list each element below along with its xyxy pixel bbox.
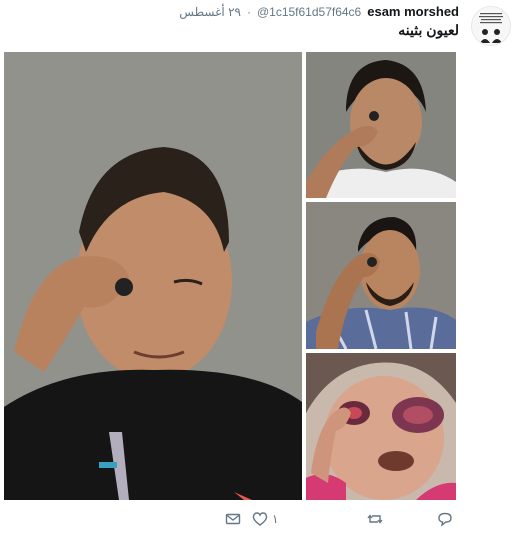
author-name[interactable]: esam morshed: [367, 4, 459, 19]
tweet-actions: ١: [0, 511, 517, 533]
avatar[interactable]: [471, 6, 511, 46]
separator-dot: ·: [246, 5, 251, 19]
photo-young-man-covering-eye[interactable]: [306, 202, 456, 349]
like-count: ١: [272, 512, 279, 526]
photo-man-covering-eye-main[interactable]: [4, 52, 302, 500]
retweet-icon: [367, 514, 383, 524]
media-grid[interactable]: [4, 52, 456, 500]
direct-message-icon: [225, 513, 241, 525]
tweet-date[interactable]: ٢٩ أغسطس: [179, 5, 241, 19]
reply-button[interactable]: [437, 511, 453, 527]
retweet-button[interactable]: [367, 511, 383, 527]
reply-icon: [438, 512, 452, 527]
like-icon: [252, 512, 268, 526]
like-button[interactable]: ١: [252, 511, 278, 527]
photo-injured-child-swollen-eye[interactable]: [306, 353, 456, 500]
tweet-text: لعيون بثينه: [398, 22, 459, 38]
tweet-card[interactable]: ٢٩ أغسطس · @1c15f61d57f64c6 esam morshed…: [0, 0, 517, 537]
direct-message-button[interactable]: [225, 511, 241, 527]
tweet-header: ٢٩ أغسطس · @1c15f61d57f64c6 esam morshed: [179, 4, 459, 22]
avatar-image: [472, 7, 510, 45]
author-handle[interactable]: @1c15f61d57f64c6: [257, 5, 361, 19]
photo-bearded-man-covering-eye[interactable]: [306, 52, 456, 198]
